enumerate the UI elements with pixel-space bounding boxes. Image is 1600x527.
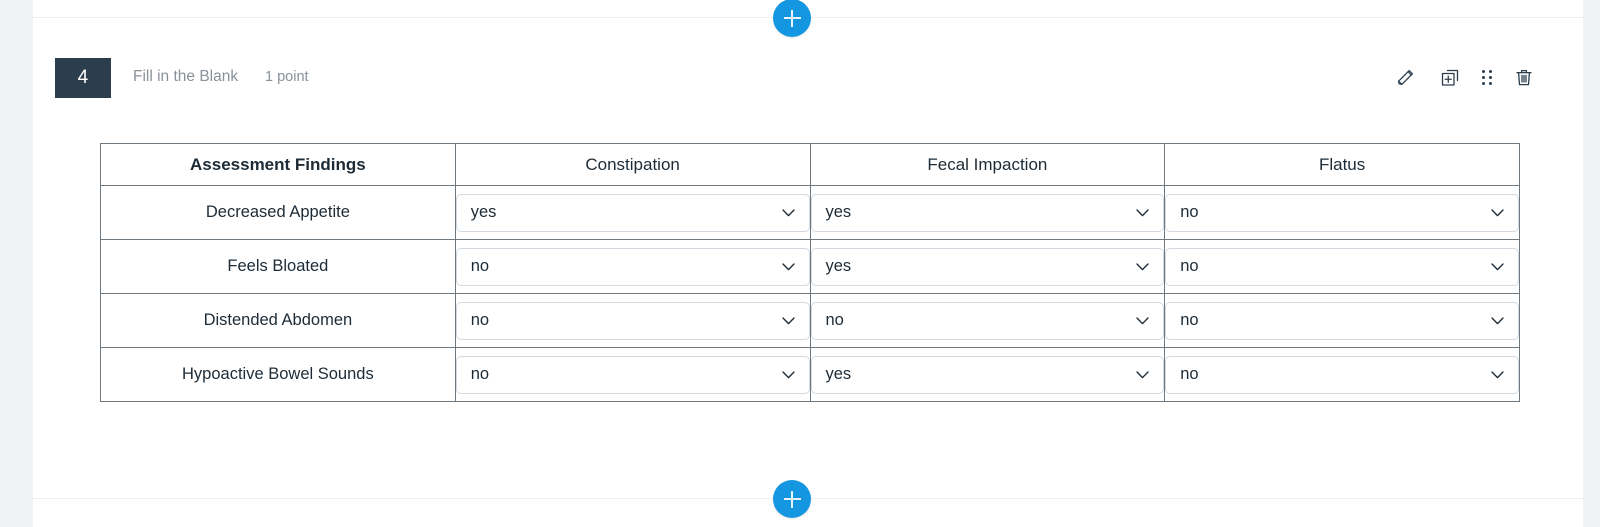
chevron-down-icon [781, 262, 795, 271]
chevron-down-icon [1136, 316, 1149, 325]
column-header-constipation: Constipation [454, 143, 811, 186]
row-label-cell: Feels Bloated [100, 239, 456, 294]
chevron-down-icon [781, 208, 795, 217]
cell-constipation: no [454, 347, 811, 402]
dropdown-value: yes [825, 203, 852, 222]
dropdown-value: yes [825, 257, 852, 276]
dropdown-value: no [1180, 365, 1199, 384]
chevron-down-icon [781, 370, 795, 379]
chevron-down-icon [1136, 370, 1149, 379]
drag-dot [1489, 75, 1492, 79]
dropdown-value: yes [825, 365, 852, 384]
dropdown-flatus-row1[interactable]: no [1165, 193, 1519, 232]
cell-constipation: no [454, 239, 811, 294]
chevron-down-icon [1491, 370, 1504, 379]
row-label-cell: Distended Abdomen [100, 293, 456, 348]
column-header-fecal-impaction: Fecal Impaction [809, 143, 1166, 186]
dropdown-constipation-row1[interactable]: yes [455, 193, 810, 232]
duplicate-icon[interactable] [1438, 64, 1462, 90]
drag-dot [1482, 81, 1485, 85]
drag-handle-icon[interactable] [1482, 69, 1492, 85]
cell-fecal-impaction: yes [809, 347, 1166, 402]
drag-dot [1482, 69, 1485, 73]
drag-dot [1489, 81, 1492, 85]
table-body: Decreased Appetite yes yes no Feels Bloated n… [100, 185, 1520, 402]
cell-fecal-impaction: yes [809, 239, 1166, 294]
table-row: Distended Abdomen no no no [100, 293, 1520, 348]
chevron-down-icon [1491, 316, 1504, 325]
chevron-down-icon [1136, 208, 1149, 217]
dropdown-fecal-impaction-row3[interactable]: no [810, 301, 1165, 340]
cell-constipation: no [454, 293, 811, 348]
chevron-down-icon [1491, 262, 1504, 271]
dropdown-value: yes [470, 203, 497, 222]
dropdown-value: no [1180, 257, 1199, 276]
row-label-cell: Decreased Appetite [100, 185, 456, 240]
dropdown-flatus-row4[interactable]: no [1165, 355, 1519, 394]
dropdown-value: no [825, 311, 844, 330]
row-label-cell: Hypoactive Bowel Sounds [100, 347, 456, 402]
dropdown-constipation-row4[interactable]: no [455, 355, 810, 394]
cell-fecal-impaction: no [809, 293, 1166, 348]
table-header-row: Assessment Findings Constipation Fecal I… [100, 143, 1520, 186]
dropdown-fecal-impaction-row1[interactable]: yes [810, 193, 1165, 232]
add-question-below-button[interactable] [773, 480, 811, 518]
dropdown-flatus-row2[interactable]: no [1165, 247, 1519, 286]
table-row: Feels Bloated no yes no [100, 239, 1520, 294]
question-number-badge: 4 [55, 58, 111, 98]
dropdown-fecal-impaction-row2[interactable]: yes [810, 247, 1165, 286]
dropdown-flatus-row3[interactable]: no [1165, 301, 1519, 340]
dropdown-value: no [1180, 203, 1199, 222]
cell-fecal-impaction: yes [809, 185, 1166, 240]
chevron-down-icon [781, 316, 795, 325]
question-points-label: 1 point [265, 69, 309, 85]
drag-dot [1489, 69, 1492, 73]
question-toolbar [1394, 64, 1536, 90]
dropdown-value: no [470, 311, 490, 330]
dropdown-constipation-row3[interactable]: no [455, 301, 810, 340]
question-header: 4 Fill in the Blank 1 point [33, 58, 1583, 98]
add-question-above-button[interactable] [773, 0, 811, 37]
table-row: Decreased Appetite yes yes no [100, 185, 1520, 240]
plus-icon [783, 9, 801, 27]
dropdown-value: no [470, 257, 490, 276]
drag-dot [1482, 75, 1485, 79]
question-type-label: Fill in the Blank [133, 68, 239, 85]
question-content: 4 Fill in the Blank 1 point Assessment F… [33, 0, 1583, 527]
cell-flatus: no [1164, 185, 1520, 240]
dropdown-fecal-impaction-row4[interactable]: yes [810, 355, 1165, 394]
page-background: 4 Fill in the Blank 1 point Assessment F… [0, 0, 1600, 527]
table-row: Hypoactive Bowel Sounds no yes no [100, 347, 1520, 402]
dropdown-value: no [1180, 311, 1199, 330]
cell-flatus: no [1164, 293, 1520, 348]
edit-icon[interactable] [1394, 64, 1418, 90]
column-header-flatus: Flatus [1164, 143, 1520, 186]
dropdown-constipation-row2[interactable]: no [455, 247, 810, 286]
chevron-down-icon [1136, 262, 1149, 271]
assessment-matrix-table: Assessment Findings Constipation Fecal I… [100, 143, 1520, 402]
column-header-assessment-findings: Assessment Findings [100, 143, 456, 186]
cell-constipation: yes [454, 185, 811, 240]
cell-flatus: no [1164, 347, 1520, 402]
cell-flatus: no [1164, 239, 1520, 294]
delete-icon[interactable] [1512, 64, 1536, 90]
dropdown-value: no [470, 365, 490, 384]
chevron-down-icon [1491, 208, 1504, 217]
plus-icon [783, 490, 801, 508]
